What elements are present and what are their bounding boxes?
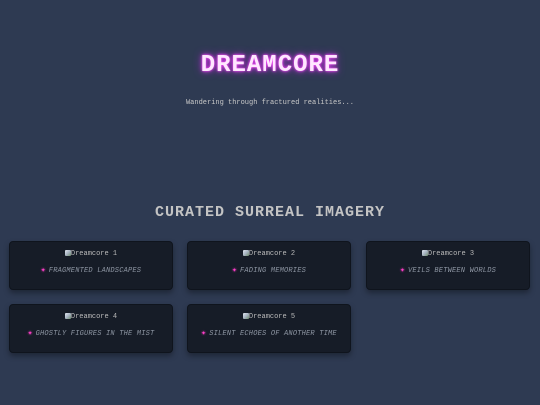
caption-text: FRAGMENTED LANDSCAPES [48, 267, 142, 275]
caption-text: FADING MEMORIES [240, 267, 307, 275]
gallery-image-3[interactable]: Dreamcore 3 [367, 250, 529, 258]
gallery-image-1[interactable]: Dreamcore 1 [10, 250, 172, 258]
sparkle-icon: ✦ [27, 329, 33, 338]
image-alt-text: Dreamcore 1 [70, 250, 118, 258]
sparkle-icon: ✦ [231, 266, 237, 275]
card-caption: ✦ GHOSTLY FIGURES IN THE MIST [10, 328, 172, 338]
gallery-card-4[interactable]: Dreamcore 4 ✦ GHOSTLY FIGURES IN THE MIST [9, 304, 173, 353]
gallery-card-3[interactable]: Dreamcore 3 ✦ VEILS BETWEEN WORLDS [366, 241, 530, 290]
card-caption: ✦ FADING MEMORIES [188, 265, 350, 275]
image-alt-text: Dreamcore 3 [427, 250, 475, 258]
card-caption: ✦ VEILS BETWEEN WORLDS [367, 265, 529, 275]
site-title: DREAMCORE [200, 52, 340, 79]
sparkle-icon: ✦ [399, 266, 405, 275]
sparkle-icon: ✦ [201, 329, 207, 338]
image-alt-text: Dreamcore 2 [248, 250, 296, 258]
caption-text: GHOSTLY FIGURES IN THE MIST [35, 330, 155, 338]
caption-text: SILENT ECHOES OF ANOTHER TIME [209, 330, 337, 338]
image-alt-text: Dreamcore 5 [248, 313, 296, 321]
caption-text: VEILS BETWEEN WORLDS [408, 267, 497, 275]
site-tagline: Wandering through fractured realities... [185, 99, 355, 107]
card-caption: ✦ SILENT ECHOES OF ANOTHER TIME [188, 328, 350, 338]
gallery-image-5[interactable]: Dreamcore 5 [188, 313, 350, 321]
gallery-card-5[interactable]: Dreamcore 5 ✦ SILENT ECHOES OF ANOTHER TI… [187, 304, 351, 353]
image-alt-text: Dreamcore 4 [70, 313, 118, 321]
gallery-image-4[interactable]: Dreamcore 4 [10, 313, 172, 321]
gallery-card-2[interactable]: Dreamcore 2 ✦ FADING MEMORIES [187, 241, 351, 290]
card-caption: ✦ FRAGMENTED LANDSCAPES [10, 265, 172, 275]
gallery-image-2[interactable]: Dreamcore 2 [188, 250, 350, 258]
gallery-heading: CURATED SURREAL IMAGERY [154, 204, 386, 221]
gallery-card-1[interactable]: Dreamcore 1 ✦ FRAGMENTED LANDSCAPES [9, 241, 173, 290]
sparkle-icon: ✦ [40, 266, 46, 275]
